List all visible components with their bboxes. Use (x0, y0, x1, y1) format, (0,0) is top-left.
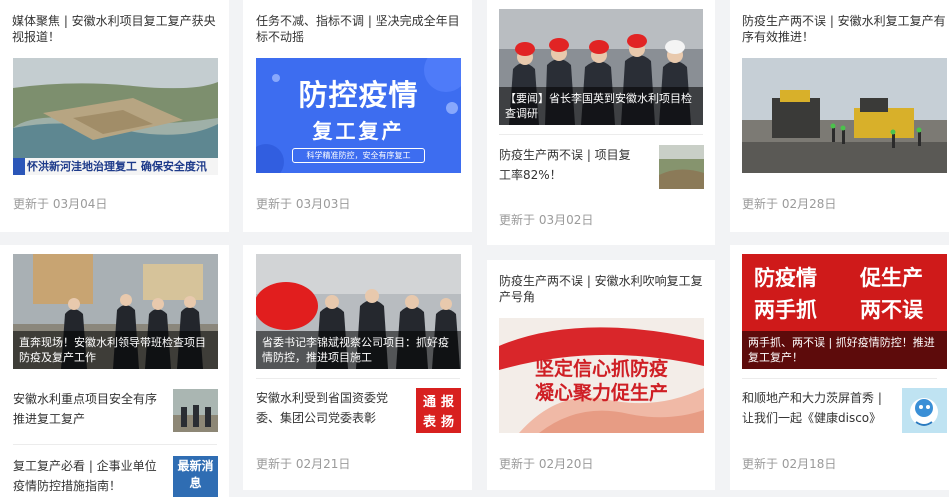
divider (13, 444, 217, 445)
news-card-5[interactable]: 直奔现场！安徽水利领导带班检查项目防疫及复产工作 安徽水利重点项目安全有序推进复… (0, 245, 229, 497)
poster-line-1: 坚定信心抓防疫 (534, 358, 668, 380)
poster-text-a: 防疫情 (754, 266, 817, 290)
poster-text-b: 促生产 (860, 266, 923, 290)
poster-tag: 科学精准防控，安全有序复工 (292, 148, 425, 163)
poster-text-c: 两手抓 (754, 298, 817, 322)
card-image[interactable]: 【要闻】省长李国英到安徽水利项目检查调研 (499, 9, 703, 125)
news-card-1[interactable]: 媒体聚焦 | 安徽水利项目复工复产获央视报道！ 怀洪新河洼地治理复工 确保安全度… (0, 0, 229, 232)
divider (742, 378, 937, 379)
news-card-6[interactable]: 省委书记李锦斌视察公司项目：抓好疫情防控，推进项目施工 安徽水利受到省国资委党委… (243, 245, 472, 490)
badge-char: 表 (423, 415, 437, 430)
news-card-4[interactable]: 防疫生产两不误 | 安徽水利复工复产有序有效推进！ 更新于 02月28日 (730, 0, 949, 232)
image-caption: 两手抓、两不误 | 抓好疫情防控！推进复工复产！ (742, 331, 947, 369)
card-image[interactable]: 怀洪新河洼地治理复工 确保安全度汛 (13, 58, 218, 175)
updated-date: 更新于 02月28日 (742, 197, 837, 211)
card-image[interactable] (742, 58, 947, 173)
poster-sub-text: 复工复产 (312, 119, 405, 143)
sub-item-title[interactable]: 安徽水利重点项目安全有序推进复工复产 (13, 389, 163, 429)
news-card-2[interactable]: 任务不减、指标不调 | 坚决完成全年目标不动摇 防控疫情 复工复产 科学精准防控… (243, 0, 472, 232)
card-title[interactable]: 媒体聚焦 | 安徽水利项目复工复产获央视报道！ (12, 13, 218, 45)
updated-date: 更新于 02月18日 (742, 457, 837, 471)
poster-text-d: 两不误 (860, 298, 923, 322)
card-title[interactable]: 任务不减、指标不调 | 坚决完成全年目标不动摇 (256, 13, 462, 45)
sub-item-title[interactable]: 复工复产必看 | 企事业单位疫情防控措施指南！ (13, 456, 163, 496)
divider (256, 378, 460, 379)
image-caption: 【要闻】省长李国英到安徽水利项目检查调研 (499, 87, 703, 125)
updated-date: 更新于 02月20日 (499, 457, 594, 471)
card-poster[interactable]: 防控疫情 复工复产 科学精准防控，安全有序复工 (256, 58, 461, 173)
updated-date: 更新于 03月03日 (256, 197, 351, 211)
news-card-7[interactable]: 防疫生产两不误 | 安徽水利吹响复工复产号角 坚定信心抓防疫 凝心聚力促生产 更… (487, 260, 715, 490)
updated-date: 更新于 02月21日 (256, 457, 351, 471)
badge-char: 扬 (441, 415, 455, 430)
poster-line-2: 凝心聚力促生产 (534, 382, 668, 404)
updated-date: 更新于 03月04日 (13, 197, 108, 211)
sub-item-title[interactable]: 防疫生产两不误 | 项目复工率82%！ (499, 145, 639, 185)
poster-main-text: 防控疫情 (298, 78, 419, 112)
commendation-badge[interactable]: 通 报 表 扬 (416, 388, 461, 433)
image-caption: 直奔现场！安徽水利领导带班检查项目防疫及复产工作 (13, 331, 218, 369)
sub-item-thumbnail[interactable] (173, 389, 218, 432)
card-title[interactable]: 防疫生产两不误 | 安徽水利吹响复工复产号角 (499, 273, 704, 305)
news-card-8[interactable]: 防疫情 促生产 两手抓 两不误 两手抓、两不误 | 抓好疫情防控！推进复工复产！… (730, 245, 949, 490)
card-image[interactable]: 直奔现场！安徽水利领导带班检查项目防疫及复产工作 (13, 254, 218, 369)
latest-news-badge[interactable]: 最新消息 (173, 456, 218, 497)
card-image[interactable]: 省委书记李锦斌视察公司项目：抓好疫情防控，推进项目施工 (256, 254, 461, 369)
image-overlay-text: 怀洪新河洼地治理复工 确保安全度汛 (27, 160, 207, 173)
card-poster[interactable]: 防疫情 促生产 两手抓 两不误 两手抓、两不误 | 抓好疫情防控！推进复工复产！ (742, 254, 947, 369)
image-caption: 省委书记李锦斌视察公司项目：抓好疫情防控，推进项目施工 (256, 331, 461, 369)
sub-item-title[interactable]: 和顺地产和大力茨屏首秀 | 让我们一起《健康disco》 (742, 388, 892, 428)
badge-char: 报 (441, 395, 455, 410)
badge-text: 最新消息 (177, 459, 214, 490)
card-poster[interactable]: 坚定信心抓防疫 凝心聚力促生产 (499, 318, 704, 433)
divider (499, 134, 703, 135)
sub-item-thumbnail[interactable] (659, 145, 704, 189)
news-card-3[interactable]: 【要闻】省长李国英到安徽水利项目检查调研 防疫生产两不误 | 项目复工率82%！… (487, 0, 715, 245)
card-title[interactable]: 防疫生产两不误 | 安徽水利复工复产有序有效推进！ (742, 13, 947, 45)
sub-item-title[interactable]: 安徽水利受到省国资委党委、集团公司党委表彰 (256, 388, 406, 428)
updated-date: 更新于 03月02日 (499, 213, 594, 227)
badge-char: 通 (423, 395, 437, 410)
sub-item-thumbnail[interactable] (902, 388, 947, 433)
